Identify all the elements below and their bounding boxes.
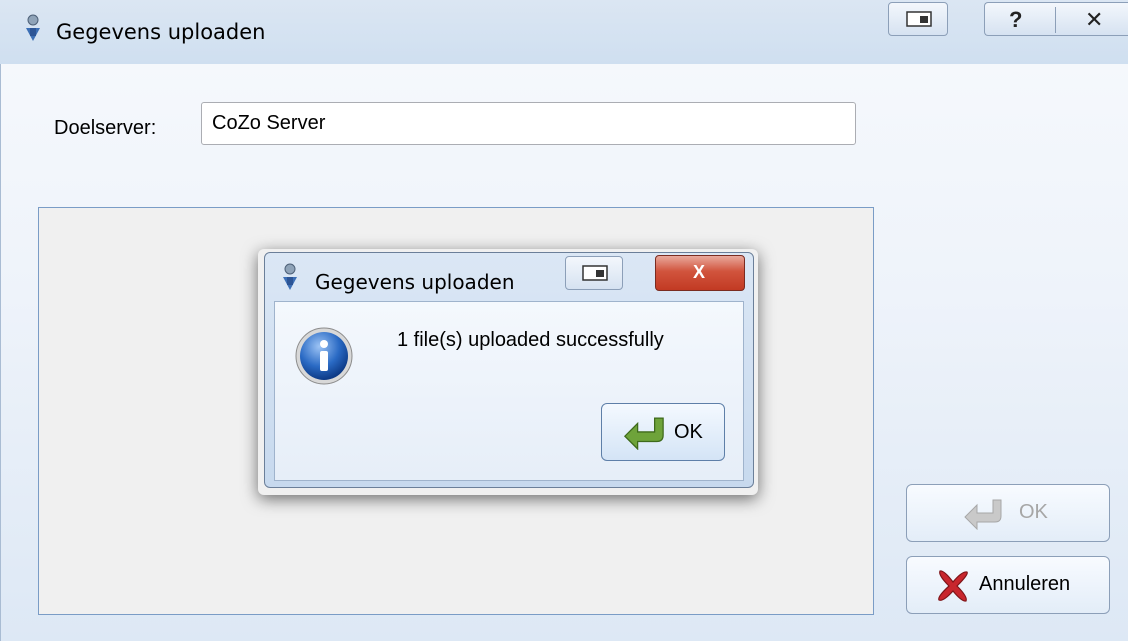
dialog-ok-button[interactable]: OK bbox=[601, 403, 725, 461]
close-icon[interactable]: ✕ bbox=[1085, 7, 1103, 33]
dialog-body: 1 file(s) uploaded successfully OK bbox=[274, 301, 744, 481]
info-icon bbox=[295, 327, 353, 385]
main-titlebar: Gegevens uploaden ? ✕ bbox=[0, 0, 1128, 65]
server-label: Doelserver: bbox=[54, 117, 157, 139]
cancel-button-label: Annuleren bbox=[979, 573, 1071, 595]
green-return-arrow-icon bbox=[964, 499, 1002, 530]
cancel-button[interactable]: Annuleren bbox=[906, 556, 1110, 614]
app-person-icon bbox=[26, 14, 40, 41]
dialog-title: Gegevens uploaden bbox=[315, 270, 515, 294]
help-icon[interactable]: ? bbox=[1009, 7, 1022, 33]
window-icon bbox=[582, 265, 608, 281]
window-menu-button[interactable] bbox=[888, 2, 948, 36]
green-return-arrow-icon bbox=[623, 417, 664, 450]
server-input[interactable]: CoZo Server bbox=[201, 102, 856, 145]
titlebar-button-group: ? ✕ bbox=[984, 2, 1128, 36]
dialog-window-menu-button[interactable] bbox=[565, 256, 623, 290]
dialog-ok-label: OK bbox=[674, 421, 703, 443]
close-icon: X bbox=[693, 262, 706, 282]
app-person-icon bbox=[283, 263, 297, 290]
dialog-close-button[interactable]: X bbox=[655, 255, 745, 291]
window-icon bbox=[906, 11, 932, 27]
window-title: Gegevens uploaden bbox=[56, 20, 266, 44]
ok-button[interactable]: OK bbox=[906, 484, 1110, 542]
dialog-message: 1 file(s) uploaded successfully bbox=[397, 329, 664, 351]
red-x-icon bbox=[938, 570, 968, 602]
message-dialog: Gegevens uploaden X 1 file(s) uploaded s… bbox=[264, 252, 754, 488]
ok-button-label: OK bbox=[1019, 501, 1048, 523]
